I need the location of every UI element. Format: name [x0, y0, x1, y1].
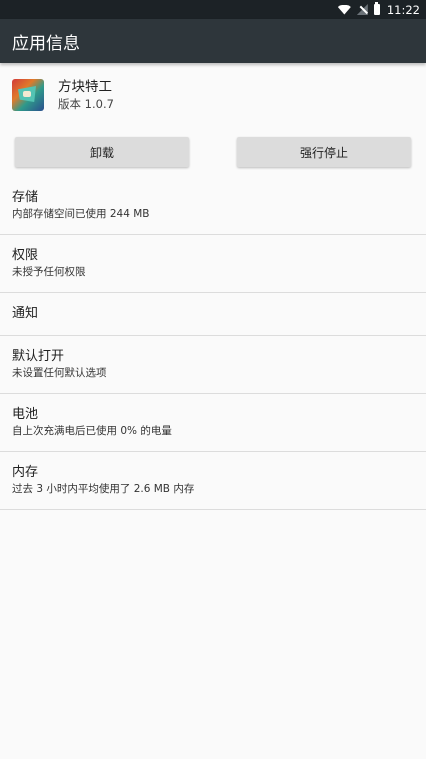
settings-item-subtitle: 未设置任何默认选项	[12, 367, 107, 379]
settings-item-subtitle: 未授予任何权限	[12, 266, 86, 278]
settings-item-subtitle: 自上次充满电后已使用 0% 的电量	[12, 425, 172, 437]
battery-icon	[373, 2, 380, 15]
settings-item-open-by-default[interactable]: 默认打开 未设置任何默认选项	[0, 336, 426, 394]
settings-item-permissions[interactable]: 权限 未授予任何权限	[0, 235, 426, 293]
settings-item-title: 存储	[12, 190, 39, 205]
settings-item-storage[interactable]: 存储 内部存储空间已使用 244 MB	[0, 177, 426, 235]
settings-item-battery[interactable]: 电池 自上次充满电后已使用 0% 的电量	[0, 394, 426, 452]
settings-item-notifications[interactable]: 通知	[0, 293, 426, 336]
app-header: 方块特工 版本 1.0.7	[0, 63, 426, 127]
settings-item-memory[interactable]: 内存 过去 3 小时内平均使用了 2.6 MB 内存	[0, 452, 426, 510]
app-meta: 方块特工 版本 1.0.7	[58, 78, 114, 112]
settings-item-title: 电池	[12, 407, 39, 422]
wifi-icon	[337, 4, 351, 15]
settings-item-title: 内存	[12, 465, 39, 480]
status-bar: 11:22	[0, 0, 426, 19]
settings-item-title: 权限	[12, 248, 39, 263]
app-bar: 应用信息	[0, 19, 426, 63]
page-title: 应用信息	[12, 33, 80, 54]
signal-icon	[357, 4, 368, 15]
action-buttons: 卸载 强行停止	[0, 127, 426, 177]
settings-list: 存储 内部存储空间已使用 244 MB 权限 未授予任何权限 通知 默认打开 未…	[0, 177, 426, 510]
settings-item-subtitle: 过去 3 小时内平均使用了 2.6 MB 内存	[12, 483, 195, 495]
app-name: 方块特工	[58, 79, 112, 95]
settings-item-title: 默认打开	[12, 349, 65, 364]
settings-item-subtitle: 内部存储空间已使用 244 MB	[12, 208, 150, 220]
app-version: 版本 1.0.7	[58, 97, 114, 111]
settings-item-title: 通知	[12, 306, 39, 321]
uninstall-button[interactable]: 卸载	[15, 137, 189, 167]
status-time: 11:22	[386, 2, 420, 17]
app-icon	[12, 79, 44, 111]
force-stop-button[interactable]: 强行停止	[237, 137, 411, 167]
